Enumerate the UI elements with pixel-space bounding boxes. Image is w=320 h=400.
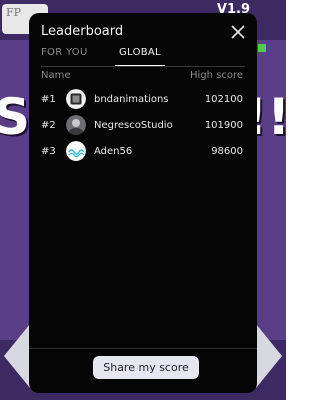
- close-icon[interactable]: [229, 23, 247, 41]
- leaderboard-row: #3 Aden56 98600: [41, 141, 243, 163]
- high-score: 101900: [204, 120, 243, 131]
- footer-divider: [29, 348, 257, 349]
- leaderboard-tabs: FOR YOU GLOBAL: [41, 47, 245, 67]
- share-score-button[interactable]: Share my score: [93, 356, 199, 379]
- modal-title: Leaderboard: [41, 24, 124, 39]
- tab-for-you[interactable]: FOR YOU: [41, 47, 88, 65]
- photo-avatar-icon: [66, 115, 86, 135]
- framed-square-avatar-icon: [66, 89, 86, 109]
- background-title-left: S: [0, 88, 31, 146]
- tab-global[interactable]: GLOBAL: [115, 47, 165, 66]
- leaderboard-row: #1 bndanimations 102100: [41, 89, 243, 111]
- high-score: 98600: [211, 146, 243, 157]
- high-score: 102100: [204, 94, 243, 105]
- username: Aden56: [94, 146, 133, 157]
- username: NegrescoStudio: [94, 120, 173, 131]
- column-header-score: High score: [189, 70, 243, 81]
- status-indicator: [258, 44, 266, 52]
- game-screen: FP V1.9 S !! Leaderboard FOR YOU GLOBAL …: [0, 0, 286, 400]
- username: bndanimations: [94, 94, 169, 105]
- rank-label: #3: [41, 146, 56, 157]
- rank-label: #2: [41, 120, 56, 131]
- leaderboard-modal: Leaderboard FOR YOU GLOBAL Name High sco…: [29, 13, 257, 393]
- rank-label: #1: [41, 94, 56, 105]
- column-header-name: Name: [41, 70, 71, 81]
- modal-header: Leaderboard: [41, 23, 247, 45]
- right-arrow-icon[interactable]: [256, 324, 282, 388]
- left-arrow-icon[interactable]: [4, 324, 30, 388]
- wave-avatar-icon: [66, 141, 86, 161]
- leaderboard-row: #2 NegrescoStudio 101900: [41, 115, 243, 137]
